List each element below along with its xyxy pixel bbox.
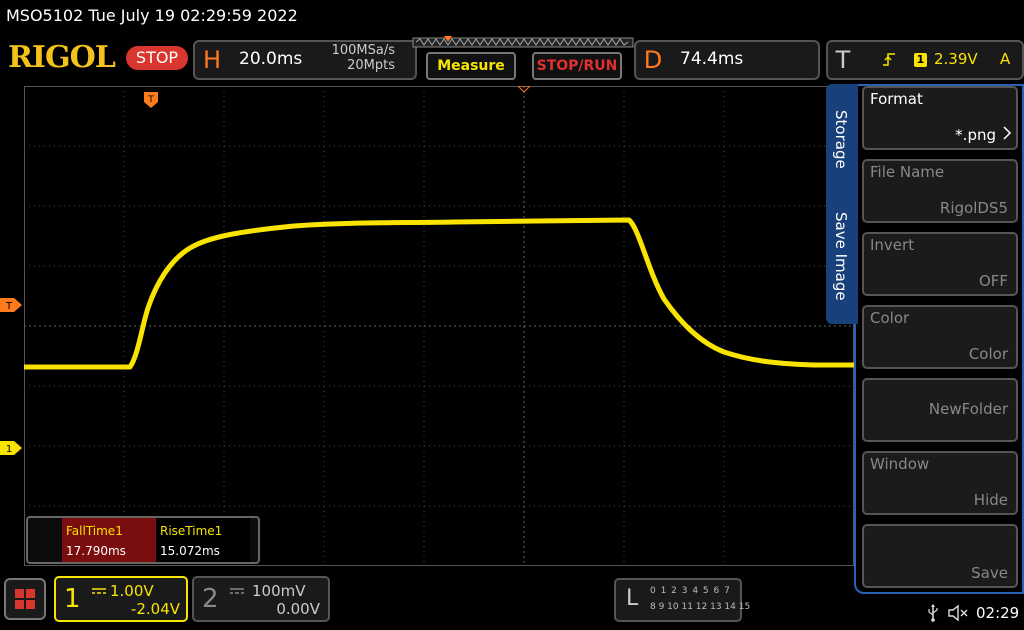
waveform-display[interactable] [24,86,854,566]
digital-channels-row1: 0 1 2 3 4 5 6 7 [650,586,731,596]
menu-label: Format [870,90,923,108]
measurement-rise-time[interactable]: RiseTime1 15.072ms [156,518,250,562]
measurement-value: 15.072ms [160,544,220,558]
menu-label: Window [870,455,930,473]
speaker-muted-icon[interactable] [948,604,970,622]
measurement-panel[interactable]: FallTime1 17.790ms RiseTime1 15.072ms [26,516,260,564]
sample-rate: 100MSa/s [331,43,395,58]
channel1-marker-number: 1 [6,444,12,455]
trigger-settings[interactable]: T 1 2.39V A [826,40,1024,80]
usb-icon [928,604,938,622]
home-menu-button[interactable] [4,578,46,620]
menu-item-save[interactable]: Save [862,524,1018,588]
measurement-name: FallTime1 [66,524,123,538]
trigger-level: 2.39V [934,50,978,68]
menu-label: File Name [870,163,945,181]
side-tab-save-image[interactable]: Save Image [832,212,850,301]
logic-analyzer-letter: L [626,586,639,611]
delay-value: 74.4ms [680,49,744,69]
menu-item-invert[interactable]: Invert OFF [862,232,1018,296]
menu-value: OFF [978,272,1008,290]
channel2-offset: 0.00V [276,600,320,618]
horizontal-letter: H [202,46,222,74]
delay-letter: D [643,46,663,74]
menu-value: NewFolder [928,400,1008,418]
menu-value: RigolDS5 [939,199,1008,217]
chevron-right-icon [1003,126,1012,140]
trigger-level-letter: T [5,301,13,312]
channel1-offset-marker[interactable]: 1 [0,441,22,455]
rigol-logo: RIGOL [8,40,116,75]
device-title: MSO5102 Tue July 19 02:29:59 2022 [6,6,298,25]
dc-coupling-icon [92,588,106,594]
measurement-fall-time[interactable]: FallTime1 17.790ms [62,518,156,562]
memory-depth: 20Mpts [347,58,395,73]
measurement-value: 17.790ms [66,544,126,558]
menu-label: Color [870,309,910,327]
timebase-value: 20.0ms [239,49,303,69]
trigger-letter: T [835,46,851,74]
trigger-position-marker[interactable]: T [144,92,158,108]
stop-run-button[interactable]: STOP/RUN [532,52,622,80]
menu-item-color[interactable]: Color Color [862,305,1018,369]
grid-menu-icon [15,589,35,609]
menu-label: Invert [870,236,915,254]
menu-item-file-name[interactable]: File Name RigolDS5 [862,159,1018,223]
memory-position-strip [412,36,634,48]
trigger-mode: A [1000,50,1011,68]
channel2-settings[interactable]: 2 100mV 0.00V [192,576,330,622]
channel1-offset: -2.04V [130,600,180,618]
channel2-number: 2 [202,584,219,614]
channel1-settings[interactable]: 1 1.00V -2.04V [54,576,188,622]
menu-value: Color [968,345,1008,363]
title-bar: MSO5102 Tue July 19 02:29:59 2022 [0,0,1024,36]
clock: 02:29 [976,604,1020,622]
digital-channels-row2: 8 9 10 11 12 13 14 15 [650,602,751,612]
menu-value: Save [971,564,1008,582]
menu-item-new-folder[interactable]: NewFolder [862,378,1018,442]
channel1-scale: 1.00V [110,582,154,600]
menu-item-window[interactable]: Window Hide [862,451,1018,515]
dc-coupling-icon [230,588,244,594]
menu-item-format[interactable]: Format *.png [862,86,1018,150]
measurement-name: RiseTime1 [160,524,223,538]
channel2-scale: 100mV [252,582,306,600]
trigger-position-letter: T [147,95,154,105]
side-tab-storage[interactable]: Storage [832,110,850,169]
measure-button[interactable]: Measure [426,52,516,80]
trigger-source-badge: 1 [914,53,927,67]
menu-value: Hide [973,491,1008,509]
delay-settings[interactable]: D 74.4ms [634,40,820,80]
horizontal-settings[interactable]: H 20.0ms 100MSa/s 20Mpts [193,40,417,80]
logic-analyzer-settings[interactable]: L 0 1 2 3 4 5 6 7 8 9 10 11 12 13 14 15 [614,578,750,622]
rising-edge-icon [883,53,895,66]
menu-value: *.png [955,126,996,144]
run-status-badge[interactable]: STOP [126,46,188,70]
channel1-number: 1 [64,584,81,614]
trigger-level-marker[interactable]: T [0,298,22,312]
